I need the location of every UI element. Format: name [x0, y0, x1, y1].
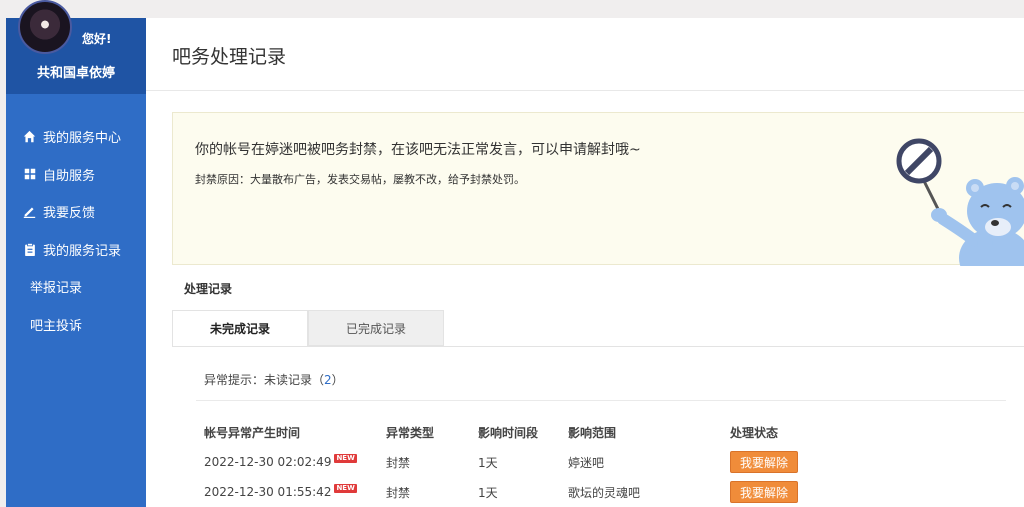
- sidebar-nav: 我的服务中心 自助服务 我要反馈 我的服务记录 举报记录 吧主投诉: [6, 118, 146, 343]
- home-icon: [22, 129, 37, 144]
- table-row: 2022-12-30 01:55:42 NEW 封禁 1天 歌坛的灵魂吧 我要解…: [204, 480, 1004, 504]
- sidebar-item-label: 举报记录: [30, 281, 83, 297]
- table-header-row: 帐号异常产生时间 异常类型 影响时间段 影响范围 处理状态: [204, 420, 1004, 444]
- unread-alert: 异常提示：未读记录（2）: [204, 371, 344, 388]
- sidebar: 您好! 共和国卓依婷 我的服务中心 自助服务 我要反馈 我的服务记录 举报记录 …: [6, 0, 146, 507]
- tab-incomplete-records[interactable]: 未完成记录: [172, 310, 308, 346]
- unread-alert-suffix: ）: [331, 373, 344, 387]
- record-status: 我要解除: [730, 480, 799, 504]
- sidebar-item-feedback[interactable]: 我要反馈: [6, 193, 146, 231]
- avatar[interactable]: [18, 0, 72, 54]
- record-time-text: 2022-12-30 01:55:42: [204, 485, 332, 499]
- sidebar-item-service-center[interactable]: 我的服务中心: [6, 118, 146, 156]
- sidebar-header: 您好! 共和国卓依婷: [6, 0, 146, 94]
- new-badge: NEW: [334, 483, 357, 493]
- username[interactable]: 共和国卓依婷: [6, 62, 146, 81]
- sidebar-item-label: 吧主投诉: [30, 318, 83, 334]
- new-badge: NEW: [334, 453, 357, 463]
- column-header: 影响时间段: [478, 425, 539, 440]
- request-unban-button[interactable]: 我要解除: [730, 481, 799, 503]
- tab-completed-records[interactable]: 已完成记录: [308, 310, 444, 346]
- column-header: 异常类型: [386, 425, 435, 440]
- record-time-text: 2022-12-30 02:02:49: [204, 455, 332, 469]
- column-header: 帐号异常产生时间: [204, 425, 301, 440]
- record-type: 封禁: [386, 455, 411, 470]
- record-duration: 1天: [478, 485, 498, 500]
- sidebar-item-label: 我的服务中心: [43, 131, 122, 147]
- request-unban-button[interactable]: 我要解除: [730, 451, 799, 473]
- sidebar-item-report-records[interactable]: 举报记录: [6, 268, 146, 306]
- sidebar-item-service-records[interactable]: 我的服务记录: [6, 231, 146, 269]
- greeting-text: 您好!: [82, 32, 112, 46]
- record-duration: 1天: [478, 455, 498, 470]
- unread-alert-prefix: 异常提示：未读记录（: [204, 373, 325, 387]
- divider: [172, 346, 1024, 347]
- unread-count-link[interactable]: 2: [324, 373, 332, 387]
- sidebar-item-label: 我要反馈: [43, 206, 96, 222]
- ban-notice: 你的帐号在婷迷吧被吧务封禁，在该吧无法正常发言，可以申请解封哦~ 封禁原因：大量…: [172, 112, 1024, 266]
- table-row: 2022-12-30 02:02:49 NEW 封禁 1天 婷迷吧 我要解除: [204, 450, 1004, 474]
- section-label: 处理记录: [184, 282, 233, 296]
- ban-notice-reason: 封禁原因：大量散布广告，发表交易帖，屡教不改，给予封禁处罚。: [195, 173, 525, 186]
- page-title: 吧务处理记录: [172, 46, 287, 68]
- record-scope: 婷迷吧: [568, 455, 605, 470]
- divider: [146, 90, 1024, 91]
- divider: [196, 400, 1006, 401]
- sidebar-item-moderator-complaint[interactable]: 吧主投诉: [6, 306, 146, 344]
- record-tabs: 未完成记录 已完成记录: [172, 310, 444, 346]
- record-status: 我要解除: [730, 450, 799, 474]
- record-scope: 歌坛的灵魂吧: [568, 485, 641, 500]
- sidebar-item-label: 我的服务记录: [43, 243, 122, 259]
- sidebar-item-self-service[interactable]: 自助服务: [6, 156, 146, 194]
- ban-notice-message: 你的帐号在婷迷吧被吧务封禁，在该吧无法正常发言，可以申请解封哦~: [195, 142, 641, 158]
- column-header: 处理状态: [730, 425, 779, 440]
- grid-icon: [22, 167, 37, 182]
- record-time: 2022-12-30 02:02:49 NEW: [204, 450, 357, 474]
- main-panel: 吧务处理记录 你的帐号在婷迷吧被吧务封禁，在该吧无法正常发言，可以申请解封哦~ …: [146, 18, 1024, 507]
- sidebar-item-label: 自助服务: [43, 168, 96, 184]
- column-header: 影响范围: [568, 425, 617, 440]
- record-type: 封禁: [386, 485, 411, 500]
- edit-icon: [22, 204, 37, 219]
- bear-with-no-sign-illustration: [896, 138, 1024, 266]
- clipboard-icon: [22, 242, 37, 257]
- record-time: 2022-12-30 01:55:42 NEW: [204, 480, 357, 504]
